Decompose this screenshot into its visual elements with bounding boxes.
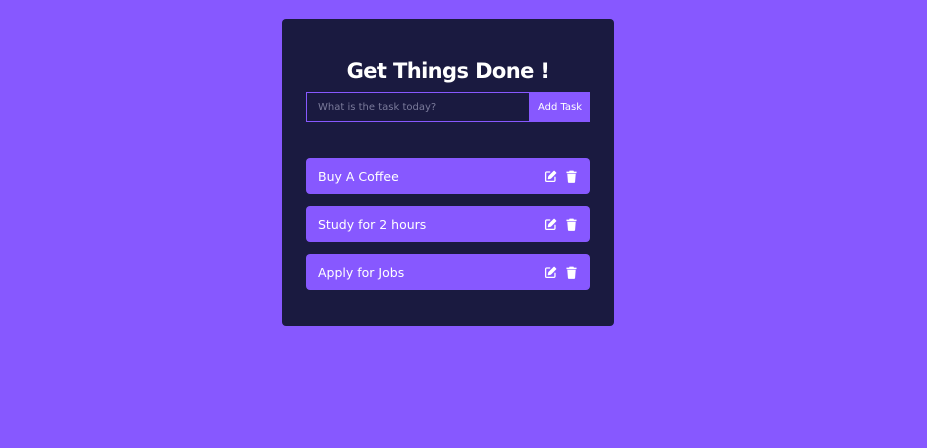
todo-actions bbox=[544, 218, 578, 231]
add-task-button[interactable]: Add Task bbox=[530, 92, 590, 122]
todo-actions bbox=[544, 170, 578, 183]
todo-text[interactable]: Study for 2 hours bbox=[318, 217, 426, 232]
todo-item[interactable]: Buy A Coffee bbox=[306, 158, 590, 194]
edit-icon[interactable] bbox=[544, 266, 557, 279]
todo-text[interactable]: Buy A Coffee bbox=[318, 169, 399, 184]
edit-icon[interactable] bbox=[544, 218, 557, 231]
edit-icon[interactable] bbox=[544, 170, 557, 183]
todo-form: Add Task bbox=[306, 92, 590, 122]
todo-wrapper: Get Things Done ! Add Task Buy A Coffee bbox=[282, 19, 614, 326]
trash-icon[interactable] bbox=[565, 218, 578, 231]
todo-text[interactable]: Apply for Jobs bbox=[318, 265, 404, 280]
todo-list: Buy A Coffee Study for 2 hours Apply for… bbox=[306, 158, 590, 302]
page-title: Get Things Done ! bbox=[346, 59, 550, 83]
todo-actions bbox=[544, 266, 578, 279]
todo-item[interactable]: Apply for Jobs bbox=[306, 254, 590, 290]
task-input[interactable] bbox=[306, 92, 530, 122]
trash-icon[interactable] bbox=[565, 170, 578, 183]
todo-item[interactable]: Study for 2 hours bbox=[306, 206, 590, 242]
trash-icon[interactable] bbox=[565, 266, 578, 279]
